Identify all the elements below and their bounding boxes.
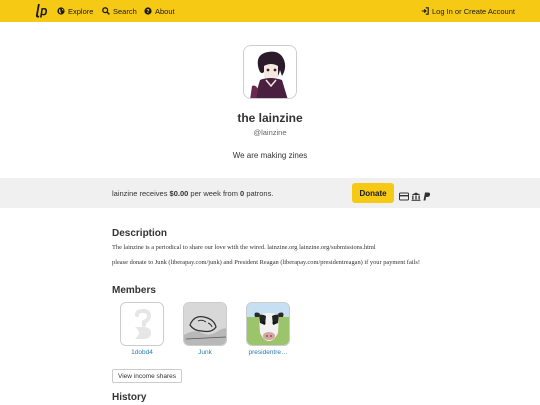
receiving-suffix: patrons. xyxy=(246,189,274,198)
donate-button[interactable]: Donate xyxy=(352,183,394,203)
receiving-band: lainzine receives $0.00 per week from 0 … xyxy=(0,178,540,208)
nav-search-label: Search xyxy=(113,6,137,16)
members-heading: Members xyxy=(112,285,156,296)
nav-explore-label: Explore xyxy=(68,6,94,16)
receiving-summary: lainzine receives $0.00 per week from 0 … xyxy=(112,189,273,198)
nav-about-label: About xyxy=(155,6,175,16)
search-icon xyxy=(102,7,110,15)
sign-in-icon xyxy=(421,7,429,15)
receiving-middle: per week from xyxy=(190,189,238,198)
top-navbar: Explore Search ? About Log In or Create … xyxy=(0,0,540,22)
liberapay-logo-icon[interactable] xyxy=(34,3,48,19)
nav-about-link[interactable]: ? About xyxy=(144,0,175,22)
nav-login-label: Log In or Create Account xyxy=(432,6,515,16)
bank-icon xyxy=(411,188,421,206)
credit-card-icon xyxy=(399,188,409,206)
member-avatar xyxy=(246,302,290,346)
svg-text:?: ? xyxy=(146,9,149,15)
payment-methods xyxy=(399,188,431,206)
profile-tagline: We are making zines xyxy=(232,151,308,160)
patron-count: 0 xyxy=(240,189,245,198)
profile-handle: @lainzine xyxy=(253,128,287,137)
description-line-2: please donate to Junk (liberapay.com/jun… xyxy=(112,259,420,266)
member-name[interactable]: 1dobd4 xyxy=(112,349,172,356)
description-heading: Description xyxy=(112,228,168,239)
member-name[interactable]: Junk xyxy=(175,349,235,356)
member-card[interactable]: Junk xyxy=(175,302,235,356)
history-heading: History xyxy=(112,392,147,403)
view-income-shares-button[interactable]: View income shares xyxy=(112,369,183,383)
receiving-prefix: lainzine receives xyxy=(112,189,168,198)
member-name[interactable]: presidentre… xyxy=(238,349,298,356)
question-circle-icon: ? xyxy=(144,7,152,15)
paypal-icon xyxy=(423,188,431,206)
globe-icon xyxy=(57,7,65,15)
member-avatar xyxy=(183,302,227,346)
member-card[interactable]: presidentre… xyxy=(238,302,298,356)
receiving-amount: $0.00 xyxy=(169,189,189,198)
profile-name: the lainzine xyxy=(237,111,303,125)
member-card[interactable]: 1dobd4 xyxy=(112,302,172,356)
nav-search-link[interactable]: Search xyxy=(102,0,137,22)
profile-avatar xyxy=(243,45,297,99)
nav-explore-link[interactable]: Explore xyxy=(57,0,93,22)
member-avatar xyxy=(120,302,164,346)
description-line-1: The lainzine is a periodical to share ou… xyxy=(112,244,376,251)
nav-login-link[interactable]: Log In or Create Account xyxy=(421,0,515,22)
